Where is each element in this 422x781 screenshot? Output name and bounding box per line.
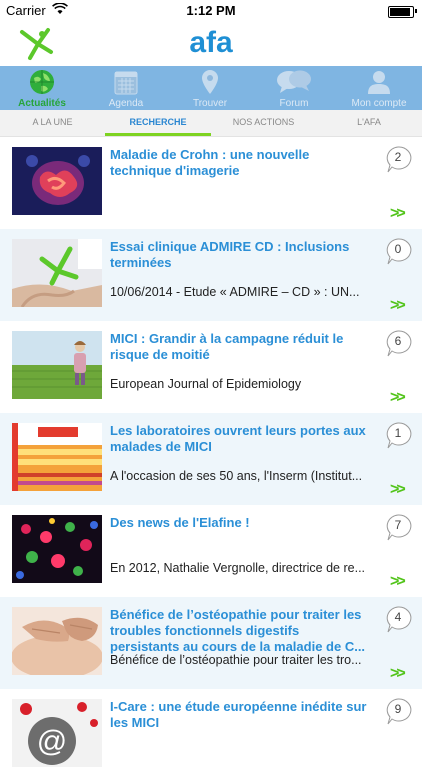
chevron-right-icon[interactable]: >> [390,665,406,683]
comment-count: 7 [394,518,402,532]
microscope-cells-image [12,515,102,583]
chevron-right-icon[interactable]: >> [390,389,406,407]
battery-tip [415,9,417,13]
chevron-right-icon[interactable]: >> [390,205,406,223]
osteopathy-hands-image [12,607,102,675]
list-item[interactable]: Bénéfice de l’ostéopathie pour traiter l… [0,597,422,689]
article-title: Les laboratoires ouvrent leurs portes au… [110,423,366,454]
article-title: Essai clinique ADMIRE CD : Inclusions te… [110,239,350,270]
battery-icon [388,6,414,18]
article-subtitle: European Journal of Epidemiology [110,377,302,391]
intestine-scan-image [12,147,102,215]
article-title: Maladie de Crohn : une nouvelle techniqu… [110,147,310,178]
svg-text:@: @ [37,725,67,758]
tab-label: Actualités [18,98,66,109]
list-item[interactable]: MICI : Grandir à la campagne réduit le r… [0,321,422,413]
comment-count: 4 [394,610,402,624]
list-item[interactable]: Des news de l'Elafine ! En 2012, Nathali… [0,505,422,597]
inserm-poster-image [12,423,102,491]
article-title: MICI : Grandir à la campagne réduit le r… [110,331,344,362]
calendar-icon [114,69,138,100]
article-subtitle: En 2012, Nathalie Vergnolle, directrice … [110,561,366,575]
comment-count-bubble[interactable]: 7 [384,513,412,541]
email-at-sign-image: @ [12,699,102,767]
clock: 1:12 PM [186,3,236,18]
category-tabs: A LA UNE RECHERCHE NOS ACTIONS L'AFA [0,110,422,137]
comment-count-bubble[interactable]: 1 [384,421,412,449]
tab-agenda[interactable]: Agenda [84,66,168,110]
article-subtitle: A l'occasion de ses 50 ans, l'Inserm (In… [110,469,363,483]
chevron-right-icon[interactable]: >> [390,297,406,315]
tab-label: Agenda [108,98,144,109]
user-icon [367,69,391,100]
tab-label: Forum [279,98,309,109]
tab-forum[interactable]: Forum [252,66,336,110]
subtab-l-afa[interactable]: L'AFA [316,110,422,136]
comment-count: 9 [394,702,402,716]
article-title: I-Care : une étude européenne inédite su… [110,699,367,730]
location-pin-icon [200,69,220,100]
main-tab-bar: Actualités Agenda Trouver Forum Mon comp… [0,66,422,110]
chevron-right-icon[interactable]: >> [390,573,406,591]
comment-count: 6 [394,334,402,348]
comment-count-bubble[interactable]: 2 [384,145,412,173]
tab-mon-compte[interactable]: Mon compte [336,66,422,110]
article-title: Bénéfice de l’ostéopathie pour traiter l… [110,607,366,654]
comment-count-bubble[interactable]: 0 [384,237,412,265]
tab-label: Mon compte [351,98,407,109]
article-title: Des news de l'Elafine ! [110,515,250,530]
subtab-nos-actions[interactable]: NOS ACTIONS [211,110,316,136]
list-item[interactable]: @ I-Care : une étude européenne inédite … [0,689,422,781]
comment-count-bubble[interactable]: 4 [384,605,412,633]
tab-actualites[interactable]: Actualités [0,66,84,110]
article-subtitle: 10/06/2014 - Etude « ADMIRE – CD » : UN.… [110,285,360,299]
chat-bubbles-icon [276,69,312,100]
tab-label: Trouver [192,98,228,109]
subtab-a-la-une[interactable]: A LA UNE [0,110,105,136]
list-item[interactable]: Essai clinique ADMIRE CD : Inclusions te… [0,229,422,321]
globe-icon [29,69,55,100]
tab-trouver[interactable]: Trouver [168,66,252,110]
chevron-right-icon[interactable]: >> [390,481,406,499]
list-item[interactable]: Les laboratoires ouvrent leurs portes au… [0,413,422,505]
article-subtitle: Bénéfice de l’ostéopathie pour traiter l… [110,653,362,667]
comment-count: 1 [394,426,402,440]
status-bar: Carrier 1:12 PM [0,0,422,22]
app-header: afa [0,22,422,66]
comment-count: 0 [394,242,402,256]
comment-count: 2 [394,150,402,164]
subtab-recherche[interactable]: RECHERCHE [105,110,211,136]
comment-count-bubble[interactable]: 6 [384,329,412,357]
child-in-field-image [12,331,102,399]
comment-count-bubble[interactable]: 9 [384,697,412,725]
afa-logo-text: afa [189,26,233,59]
hand-with-figure-image [12,239,102,307]
list-item[interactable]: Maladie de Crohn : une nouvelle techniqu… [0,137,422,229]
